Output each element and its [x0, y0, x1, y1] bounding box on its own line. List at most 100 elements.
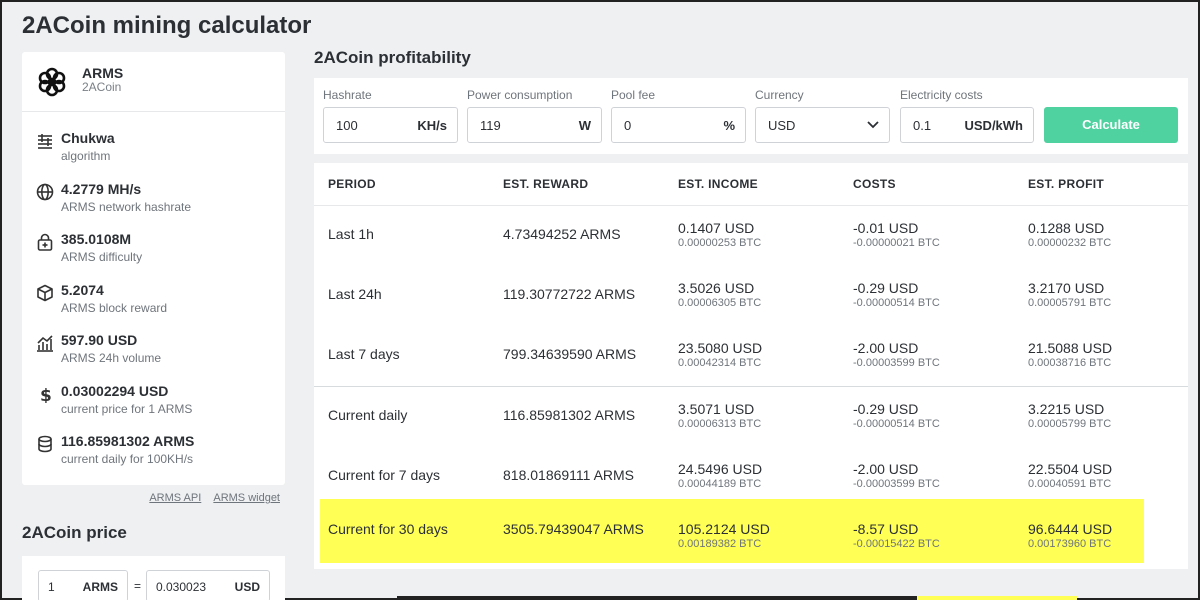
stat-label: current price for 1 ARMS — [61, 402, 193, 416]
cell-profit: 22.5504 USD — [1028, 461, 1113, 477]
input-value: 0.030023 — [156, 580, 207, 594]
cell-period: Last 7 days — [328, 346, 400, 362]
table-row: Current for 7 days 818.01869111 ARMS 24.… — [314, 447, 1188, 507]
input-unit: W — [578, 118, 591, 133]
stat-value: 385.0108M — [61, 231, 132, 247]
input-unit: USD/kWh — [964, 118, 1024, 133]
cell-costs: -0.29 USD — [853, 401, 919, 417]
cell-reward: 116.85981302 ARMS — [503, 407, 636, 423]
cell-profit: 0.1288 USD — [1028, 220, 1105, 236]
cell-reward: 4.73494252 ARMS — [503, 226, 621, 242]
calculator-form: Hashrate 100 KH/s Power consumption 119 … — [314, 78, 1188, 154]
stat-volume: 597.90 USD ARMS 24h volume — [36, 332, 276, 376]
table-header: PERIOD EST. REWARD EST. INCOME COSTS EST… — [314, 163, 1188, 206]
power-label: Power consumption — [467, 88, 573, 102]
page-title: 2ACoin mining calculator — [22, 12, 312, 39]
cell-income-btc: 0.00042314 BTC — [678, 357, 762, 369]
table-row: Last 7 days 799.34639590 ARMS 23.5080 US… — [314, 326, 1188, 386]
electricity-label: Electricity costs — [900, 88, 983, 102]
table-row-highlighted: Current for 30 days 3505.79439047 ARMS 1… — [320, 499, 1144, 563]
cell-profit: 96.6444 USD — [1028, 521, 1113, 537]
hashrate-label: Hashrate — [323, 88, 372, 102]
price-converter: 1 ARMS = 0.030023 USD — [22, 556, 285, 600]
stat-label: algorithm — [61, 149, 111, 163]
cube-icon — [37, 284, 53, 302]
cell-costs: -2.00 USD — [853, 340, 919, 356]
cell-income: 3.5071 USD — [678, 401, 755, 417]
arms-amount-input[interactable]: 1 ARMS — [38, 570, 128, 600]
cell-profit-btc: 0.00005799 BTC — [1028, 418, 1112, 430]
input-value: 119 — [480, 118, 501, 133]
cell-period: Last 24h — [328, 286, 382, 302]
chart-icon — [37, 335, 53, 352]
cell-profit-btc: 0.00173960 BTC — [1028, 538, 1112, 550]
coin-links: ARMS API ARMS widget — [22, 492, 280, 504]
input-unit: ARMS — [82, 580, 118, 594]
coin-header: ARMS 2ACoin — [22, 52, 285, 112]
input-value: 0 — [624, 118, 632, 133]
cell-profit-btc: 0.00005791 BTC — [1028, 297, 1112, 309]
algorithm-icon — [38, 134, 52, 149]
cell-costs: -8.57 USD — [853, 521, 919, 537]
input-unit: KH/s — [417, 118, 447, 133]
stat-label: ARMS difficulty — [61, 250, 143, 264]
header-profit: EST. PROFIT — [1028, 177, 1104, 191]
stat-value: Chukwa — [61, 130, 115, 146]
calculate-button[interactable]: Calculate — [1044, 107, 1178, 143]
cell-costs-btc: -0.00000514 BTC — [853, 418, 940, 430]
equals-sign: = — [134, 579, 142, 593]
header-income: EST. INCOME — [678, 177, 758, 191]
globe-icon — [36, 183, 54, 201]
widget-link[interactable]: ARMS widget — [213, 492, 280, 504]
cell-costs-btc: -0.00003599 BTC — [853, 478, 940, 490]
cell-reward: 799.34639590 ARMS — [503, 346, 637, 362]
price-title: 2ACoin price — [22, 523, 127, 542]
stat-algorithm: Chukwa algorithm — [36, 130, 276, 174]
input-value: 100 — [336, 118, 358, 133]
cell-income: 0.1407 USD — [678, 220, 755, 236]
cell-profit: 3.2170 USD — [1028, 280, 1105, 296]
stat-value: 0.03002294 USD — [61, 383, 169, 399]
power-input[interactable]: 119 W — [467, 107, 602, 143]
difficulty-lock-icon — [37, 233, 53, 251]
hashrate-input[interactable]: 100 KH/s — [323, 107, 458, 143]
currency-select[interactable]: USD — [755, 107, 890, 143]
cell-profit-btc: 0.00000232 BTC — [1028, 237, 1112, 249]
currency-label: Currency — [755, 88, 804, 102]
cell-income: 105.2124 USD — [678, 521, 770, 537]
cell-reward: 119.30772722 ARMS — [503, 286, 636, 302]
input-value: 1 — [48, 580, 55, 594]
electricity-input[interactable]: 0.1 USD/kWh — [900, 107, 1034, 143]
header-costs: COSTS — [853, 177, 896, 191]
cell-period: Current for 30 days — [328, 521, 448, 537]
pool-fee-input[interactable]: 0 % — [611, 107, 746, 143]
cell-income: 23.5080 USD — [678, 340, 763, 356]
input-unit: % — [723, 118, 735, 133]
bottom-highlight — [917, 596, 1077, 600]
cell-costs: -2.00 USD — [853, 461, 919, 477]
stat-difficulty: 385.0108M ARMS difficulty — [36, 231, 276, 275]
profitability-table: PERIOD EST. REWARD EST. INCOME COSTS EST… — [314, 163, 1188, 569]
api-link[interactable]: ARMS API — [149, 492, 201, 504]
header-period: PERIOD — [328, 177, 376, 191]
dollar-icon: $ — [40, 386, 52, 403]
bottom-bar — [397, 596, 917, 600]
cell-income-btc: 0.00006305 BTC — [678, 297, 762, 309]
stat-label: current daily for 100KH/s — [61, 452, 194, 466]
stat-label: ARMS 24h volume — [61, 351, 162, 365]
svg-text:$: $ — [40, 386, 52, 403]
select-value: USD — [768, 118, 796, 133]
usd-amount-input[interactable]: 0.030023 USD — [146, 570, 270, 600]
stat-value: 116.85981302 ARMS — [61, 433, 195, 449]
cell-reward: 818.01869111 ARMS — [503, 467, 635, 483]
cell-costs-btc: -0.00000514 BTC — [853, 297, 940, 309]
cell-profit-btc: 0.00038716 BTC — [1028, 357, 1112, 369]
pool-fee-label: Pool fee — [611, 88, 656, 102]
cell-profit: 21.5088 USD — [1028, 340, 1113, 356]
stat-label: ARMS block reward — [61, 301, 168, 315]
cell-costs: -0.01 USD — [853, 220, 919, 236]
coin-logo-icon — [38, 67, 66, 97]
stat-label: ARMS network hashrate — [61, 200, 192, 214]
cell-costs-btc: -0.00000021 BTC — [853, 237, 940, 249]
table-row: Current daily 116.85981302 ARMS 3.5071 U… — [314, 387, 1188, 447]
